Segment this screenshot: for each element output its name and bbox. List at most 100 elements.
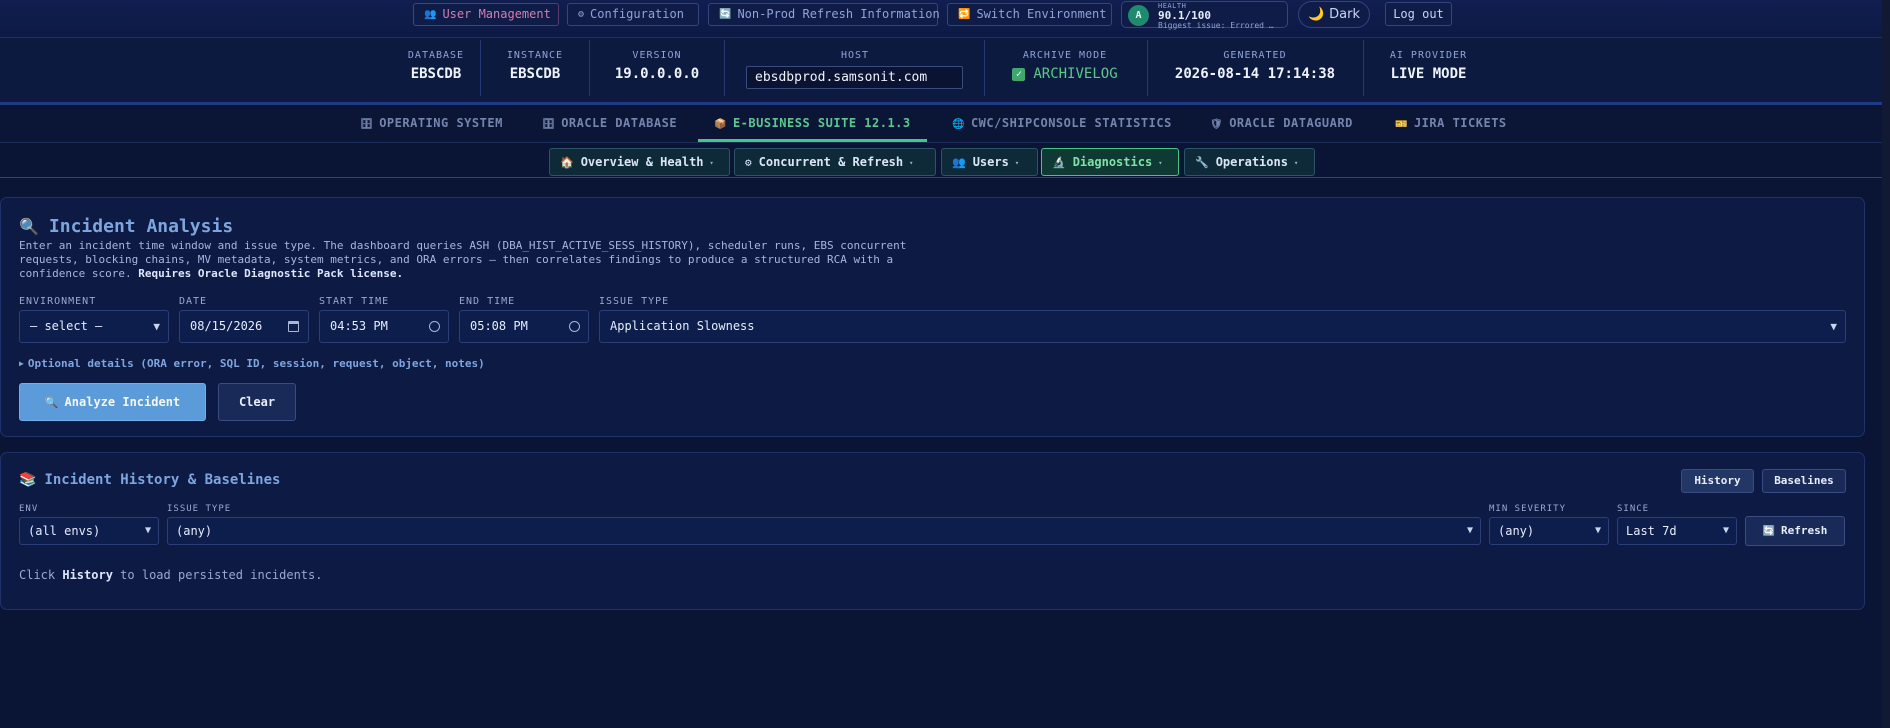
instance-label: INSTANCE <box>506 50 564 61</box>
info-divider <box>724 40 725 96</box>
subtab-label: Overview & Health <box>580 155 704 169</box>
start-time-value: 04:53 PM <box>330 319 388 333</box>
min-severity-value: (any) <box>1498 524 1535 538</box>
chevron-down-icon: ▾ <box>1293 159 1299 167</box>
subtab-label: Users <box>972 155 1009 169</box>
since-select[interactable]: Last 7d ▼ <box>1617 517 1737 545</box>
env-select[interactable]: (all envs) ▼ <box>19 517 159 545</box>
ai-provider-info: AI PROVIDER LIVE MODE <box>1371 38 1486 94</box>
subtab-label: Concurrent & Refresh <box>758 155 904 169</box>
configuration-label: Configuration <box>590 7 684 21</box>
health-widget[interactable]: A HEALTH 90.1/100 Biggest issue: Errored… <box>1121 1 1288 30</box>
shield-icon: 🛡 <box>1210 119 1224 130</box>
main-tabs: 🗄 OPERATING SYSTEM 🗄 ORACLE DATABASE 📦 E-BU… <box>0 108 1890 143</box>
tab-label: E-BUSINESS SUITE 12.1.3 <box>732 116 911 130</box>
calendar-icon[interactable] <box>288 321 299 332</box>
refresh-button[interactable]: 🔄 Refresh <box>1745 516 1845 546</box>
archive-mode-label: ARCHIVE MODE <box>1022 50 1108 61</box>
page-scrollbar[interactable] <box>1882 0 1890 728</box>
subtab-diagnostics[interactable]: 🔬 Diagnostics ▾ <box>1041 148 1179 176</box>
subtab-operations[interactable]: 🔧 Operations ▾ <box>1184 148 1315 176</box>
archive-mode-row: ✓ ARCHIVELOG <box>992 66 1138 82</box>
min-severity-select[interactable]: (any) ▼ <box>1489 517 1609 545</box>
info-divider <box>1363 40 1364 96</box>
gear-icon: ⚙ <box>745 156 752 169</box>
tab-oracle-dataguard[interactable]: 🛡 ORACLE DATAGUARD <box>1210 108 1353 142</box>
clock-icon[interactable] <box>429 321 440 332</box>
database-value: EBSCDB <box>410 66 462 82</box>
info-divider <box>1147 40 1148 96</box>
optional-details-toggle[interactable]: ▶ Optional details (ORA error, SQL ID, se… <box>19 357 485 370</box>
info-divider <box>480 40 481 96</box>
history-hint: Click History to load persisted incident… <box>19 568 322 582</box>
info-divider <box>984 40 985 96</box>
gear-icon: ⚙ <box>578 9 585 20</box>
health-issue: Biggest issue: Errored … <box>1158 21 1274 30</box>
refresh-label: Refresh <box>1781 524 1828 537</box>
date-input[interactable]: 08/15/2026 <box>179 310 309 343</box>
hint-post: to load persisted incidents. <box>120 568 323 582</box>
health-grade-badge: A <box>1128 5 1149 26</box>
archive-mode-info: ARCHIVE MODE ✓ ARCHIVELOG <box>992 38 1138 94</box>
triangle-right-icon: ▶ <box>19 359 24 368</box>
incident-analysis-title-text: Incident Analysis <box>48 216 234 237</box>
tab-label: OPERATING SYSTEM <box>379 116 503 130</box>
chevron-down-icon: ▼ <box>144 525 151 536</box>
clock-icon[interactable] <box>569 321 580 332</box>
subtab-label: Diagnostics <box>1072 155 1153 169</box>
theme-label: Dark <box>1329 7 1361 22</box>
users-icon: 👥 <box>424 9 437 20</box>
hint-bold: History <box>62 568 113 582</box>
hint-pre: Click <box>19 568 56 582</box>
baselines-button[interactable]: Baselines <box>1762 469 1846 493</box>
host-value[interactable]: ebsdbprod.samsonit.com <box>746 66 963 89</box>
analyze-incident-button[interactable]: 🔍 Analyze Incident <box>19 383 206 421</box>
history-issue-type-select[interactable]: (any) ▼ <box>167 517 1481 545</box>
chevron-down-icon: ▾ <box>1158 159 1163 167</box>
switch-environment-button[interactable]: 🔁 Switch Environment <box>947 3 1112 26</box>
configuration-button[interactable]: ⚙ Configuration <box>567 3 699 26</box>
instance-value: EBSCDB <box>509 66 561 82</box>
tab-cwc-shipconsole[interactable]: 🌐 CWC/SHIPCONSOLE STATISTICS <box>952 108 1172 142</box>
clear-button[interactable]: Clear <box>218 383 296 421</box>
tab-e-business-suite[interactable]: 📦 E-BUSINESS SUITE 12.1.3 <box>698 108 927 142</box>
logout-button[interactable]: Log out <box>1385 2 1452 26</box>
refresh-icon: 🔄 <box>1762 526 1776 537</box>
tab-label: ORACLE DATABASE <box>561 116 678 130</box>
end-time-input[interactable]: 05:08 PM <box>459 310 589 343</box>
tab-label: ORACLE DATAGUARD <box>1229 116 1353 130</box>
start-time-input[interactable]: 04:53 PM <box>319 310 449 343</box>
database-icon: 🗄 <box>542 119 556 130</box>
magnifier-icon: 🔍 <box>44 396 59 409</box>
issue-type-select[interactable]: Application Slowness ▼ <box>599 310 1846 343</box>
chevron-down-icon: ▼ <box>1594 525 1601 536</box>
nonprod-refresh-button[interactable]: 🔄 Non-Prod Refresh Information <box>708 3 940 26</box>
subtab-overview-health[interactable]: 🏠 Overview & Health ▾ <box>549 148 730 176</box>
user-management-label: User Management <box>442 7 551 21</box>
analyze-incident-label: Analyze Incident <box>64 395 181 409</box>
history-issue-type-value: (any) <box>176 524 213 538</box>
subtab-concurrent-refresh[interactable]: ⚙ Concurrent & Refresh ▾ <box>734 148 936 176</box>
host-label: HOST <box>840 50 870 61</box>
moon-icon: 🌙 <box>1307 7 1325 22</box>
database-info: DATABASE EBSCDB <box>388 38 484 94</box>
subtab-users[interactable]: 👥 Users ▾ <box>941 148 1038 176</box>
user-management-button[interactable]: 👥 User Management <box>413 3 559 26</box>
theme-toggle-button[interactable]: 🌙 Dark <box>1298 1 1370 28</box>
env-label: ENV <box>19 504 39 514</box>
tab-operating-system[interactable]: 🗄 OPERATING SYSTEM <box>360 108 503 142</box>
incident-description-bold: Requires Oracle Diagnostic Pack license. <box>138 267 404 280</box>
wrench-icon: 🔧 <box>1195 156 1209 169</box>
microscope-icon: 🔬 <box>1052 156 1066 169</box>
refresh-icon: 🔄 <box>719 9 732 20</box>
version-label: VERSION <box>632 50 682 61</box>
package-icon: 📦 <box>714 119 727 130</box>
ai-provider-value: LIVE MODE <box>1390 66 1467 82</box>
history-button[interactable]: History <box>1681 469 1754 493</box>
environment-value: — select — <box>30 319 103 333</box>
nonprod-refresh-label: Non-Prod Refresh Information <box>737 7 940 21</box>
tab-oracle-database[interactable]: 🗄 ORACLE DATABASE <box>542 108 677 142</box>
tab-label: CWC/SHIPCONSOLE STATISTICS <box>970 116 1172 130</box>
environment-select[interactable]: — select — ▼ <box>19 310 169 343</box>
tab-jira-tickets[interactable]: 🎫 JIRA TICKETS <box>1395 108 1507 142</box>
